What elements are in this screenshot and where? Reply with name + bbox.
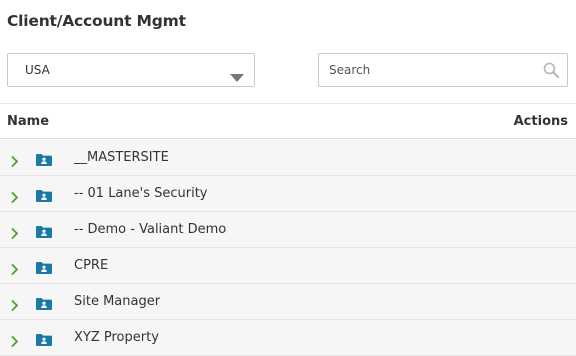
chevron-right-icon[interactable]	[11, 260, 19, 279]
search-box	[318, 53, 568, 87]
chevron-right-icon[interactable]	[11, 332, 19, 351]
account-tree-list: __MASTERSITE -- 01 Lane's Security -- De…	[0, 140, 576, 356]
chevron-right-icon[interactable]	[11, 188, 19, 207]
country-select[interactable]: USA	[7, 53, 255, 87]
column-header-name: Name	[7, 114, 50, 129]
table-row[interactable]: -- 01 Lane's Security	[0, 176, 576, 212]
chevron-right-icon[interactable]	[11, 296, 19, 315]
chevron-right-icon[interactable]	[11, 224, 19, 243]
row-name: XYZ Property	[74, 330, 159, 345]
row-name: Site Manager	[74, 294, 161, 309]
table-row[interactable]: __MASTERSITE	[0, 140, 576, 176]
folder-user-icon	[36, 259, 52, 278]
table-header: Name Actions	[0, 104, 576, 139]
row-name: CPRE	[74, 258, 109, 273]
country-select-value: USA	[25, 63, 50, 77]
caret-down-icon	[230, 67, 244, 86]
chevron-right-icon[interactable]	[11, 152, 19, 171]
folder-user-icon	[36, 331, 52, 350]
table-row[interactable]: -- Demo - Valiant Demo	[0, 212, 576, 248]
table-row[interactable]: CPRE	[0, 248, 576, 284]
folder-user-icon	[36, 223, 52, 242]
search-icon[interactable]	[543, 62, 559, 82]
row-name: __MASTERSITE	[74, 150, 169, 165]
row-name: -- 01 Lane's Security	[74, 186, 208, 201]
folder-user-icon	[36, 187, 52, 206]
row-name: -- Demo - Valiant Demo	[74, 222, 227, 237]
column-header-actions: Actions	[513, 114, 568, 129]
page-title: Client/Account Mgmt	[7, 12, 186, 30]
folder-user-icon	[36, 151, 52, 170]
table-row[interactable]: Site Manager	[0, 284, 576, 320]
folder-user-icon	[36, 295, 52, 314]
search-input[interactable]	[319, 54, 529, 86]
